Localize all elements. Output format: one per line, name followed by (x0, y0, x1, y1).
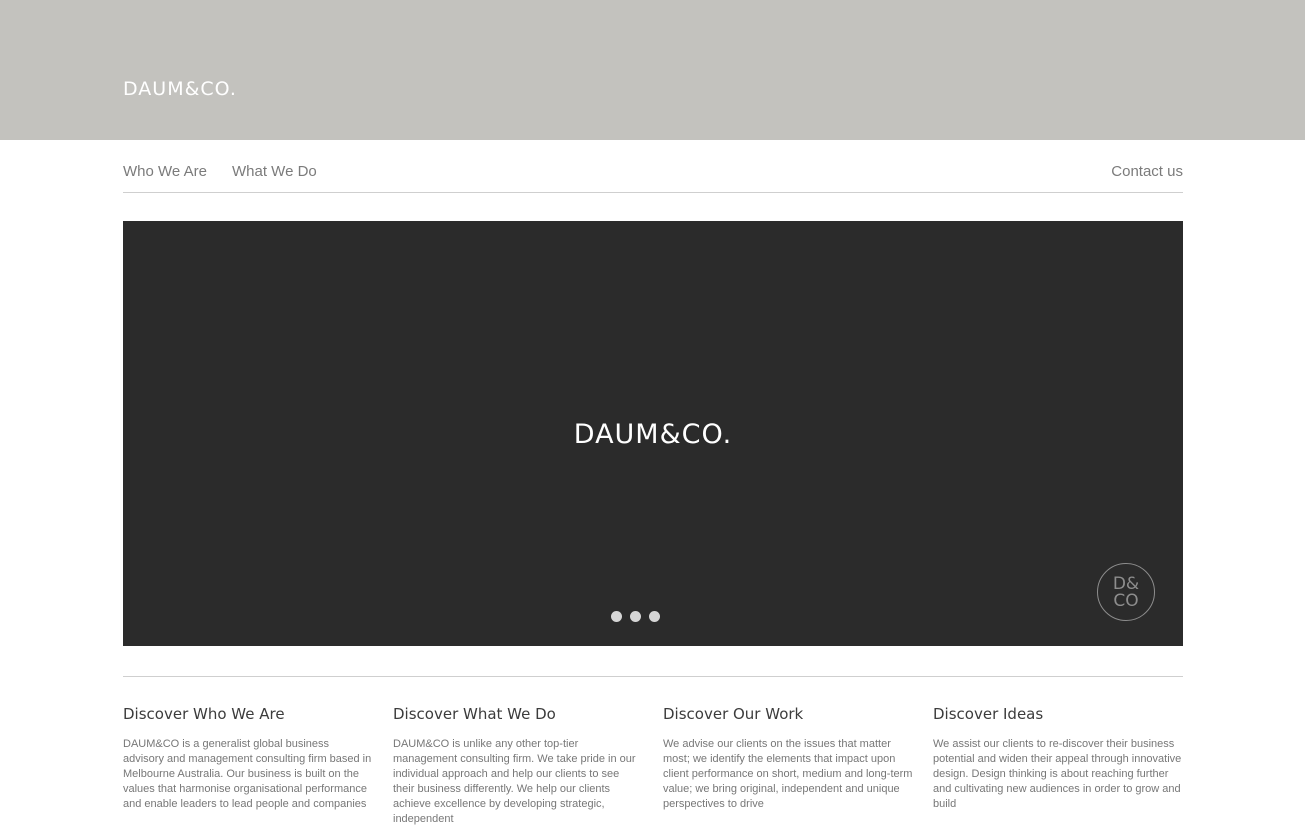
nav-contact-us[interactable]: Contact us (1111, 163, 1183, 180)
column-text: DAUM&CO is unlike any other top-tier man… (393, 738, 636, 825)
top-banner: DAUM&CO. (0, 0, 1305, 140)
slider-dot-2[interactable] (630, 611, 641, 622)
discover-column-who: Discover Who We Are DAUM&CO is a general… (123, 705, 373, 812)
column-title[interactable]: Discover What We Do (393, 705, 643, 723)
badge-bottom-text: CO (1113, 591, 1139, 611)
column-title[interactable]: Discover Who We Are (123, 705, 373, 723)
hero-logo: DAUM&CO. (573, 419, 733, 450)
main-nav: Who We Are What We Do Contact us (123, 160, 1183, 193)
nav-who-we-are[interactable]: Who We Are (123, 163, 207, 180)
column-text: DAUM&CO is a generalist global business … (123, 738, 372, 810)
discover-column-what: Discover What We Do DAUM&CO is unlike an… (393, 705, 643, 827)
column-title[interactable]: Discover Our Work (663, 705, 913, 723)
column-text: We advise our clients on the issues that… (663, 738, 913, 810)
brand-logo[interactable]: DAUM&CO. (123, 78, 237, 100)
monogram-badge-icon: D& CO (1097, 563, 1155, 621)
slider-dot-3[interactable] (649, 611, 660, 622)
column-title[interactable]: Discover Ideas (933, 705, 1183, 723)
section-divider (123, 676, 1183, 677)
discover-column-work: Discover Our Work We advise our clients … (663, 705, 913, 812)
column-text: We assist our clients to re-discover the… (933, 738, 1182, 810)
discover-column-ideas: Discover Ideas We assist our clients to … (933, 705, 1183, 812)
slider-pagination (611, 609, 668, 622)
hero-slider: DAUM&CO. D& CO (123, 221, 1183, 646)
slider-dot-1[interactable] (611, 611, 622, 622)
nav-what-we-do[interactable]: What We Do (232, 163, 317, 180)
